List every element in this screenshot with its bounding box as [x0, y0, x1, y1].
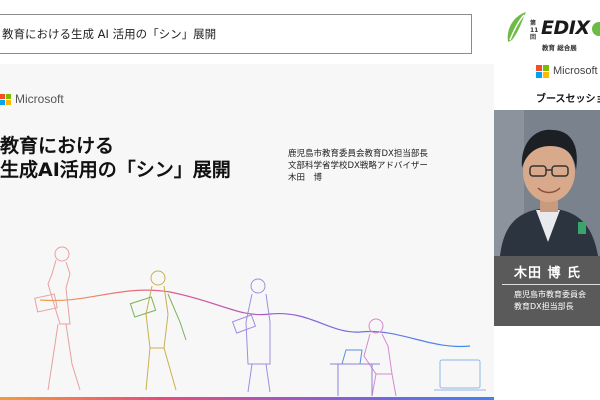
line-art-illustration [34, 246, 486, 397]
speaker-line1: 鹿児島市教育委員会教育DX担当部長 [288, 149, 428, 159]
figure-girl-1 [34, 246, 81, 391]
leaf-icon [507, 12, 526, 42]
edix-edition: 第11回 [530, 20, 539, 41]
session-title: 教育における生成 AI 活用の「シン」展開 [2, 27, 217, 41]
slide-title: 教育における 生成AI活用の「シン」展開 [0, 134, 231, 182]
speaker-line2: 文部科学省学校DX戦略アドバイザー [288, 161, 428, 171]
speaker-line3: 木田 博 [288, 173, 323, 183]
session-title-bar: 教育における生成 AI 活用の「シン」展開 [0, 14, 472, 54]
figure-girl-desk [330, 318, 397, 397]
presenter-affiliation: 鹿児島市教育委員会 教育DX担当部長 [514, 289, 586, 313]
microsoft-logo-right: Microsoft [536, 64, 598, 78]
slide-title-line1: 教育における [0, 135, 115, 157]
edix-subtitle: 教育 総合展 [542, 44, 577, 52]
edix-ball-icon [592, 22, 600, 36]
microsoft-grid-icon [536, 64, 549, 78]
figure-boy [129, 270, 187, 391]
presentation-slide: Microsoft 教育における 生成AI活用の「シン」展開 鹿児島市教育委員会… [0, 64, 494, 400]
name-divider [502, 284, 600, 285]
edix-wordmark: EDIX [541, 17, 590, 39]
slide-speaker-info: 鹿児島市教育委員会教育DX担当部長 文部科学省学校DX戦略アドバイザー 木田 博 [288, 148, 428, 184]
figure-girl-2 [231, 278, 271, 393]
presenter-name: 木田 博 氏 [514, 266, 582, 281]
laptop-icon [434, 359, 486, 391]
affiliation-line2: 教育DX担当部長 [514, 302, 574, 311]
affiliation-line1: 鹿児島市教育委員会 [514, 290, 586, 299]
presenter-photo [494, 110, 600, 256]
edix-logo: 第11回 EDIX 教育 総合展 [500, 8, 600, 54]
booth-session-label: ブースセッション [536, 94, 600, 105]
microsoft-wordmark: Microsoft [553, 65, 598, 77]
slide-microsoft-wordmark: Microsoft [15, 92, 64, 106]
presenter-name-panel: 木田 博 氏 鹿児島市教育委員会 教育DX担当部長 [494, 256, 600, 326]
slide-microsoft-logo: Microsoft [0, 92, 64, 106]
microsoft-grid-icon [0, 93, 11, 105]
presenter-video [494, 110, 600, 256]
slide-title-line2: 生成AI活用の「シン」展開 [0, 159, 231, 181]
